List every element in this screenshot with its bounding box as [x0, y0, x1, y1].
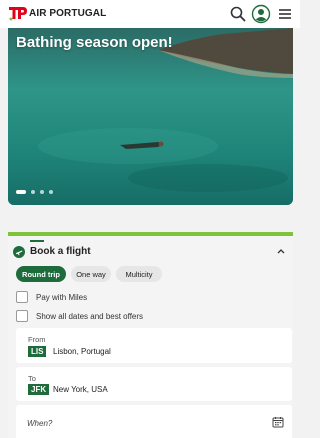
pay-with-miles-checkbox[interactable]	[16, 291, 28, 303]
tab-multicity[interactable]: Multicity	[116, 266, 162, 282]
from-city: Lisbon, Portugal	[53, 347, 111, 356]
account-icon[interactable]	[251, 4, 271, 24]
book-flight-card: Book a flight Round trip One way Multici…	[8, 232, 293, 438]
to-city: New York, USA	[53, 385, 108, 394]
pay-with-miles-row[interactable]: Pay with Miles	[16, 290, 87, 304]
plane-icon	[13, 246, 25, 258]
carousel-dots	[16, 190, 58, 194]
book-flight-title: Book a flight	[30, 246, 91, 257]
from-field[interactable]: From LIS Lisbon, Portugal	[16, 328, 292, 363]
when-placeholder: When?	[27, 419, 53, 428]
when-field[interactable]: When?	[16, 405, 292, 438]
hero-title: Bathing season open!	[16, 34, 173, 51]
tab-one-way[interactable]: One way	[71, 266, 111, 282]
to-airport-code: JFK	[28, 384, 50, 395]
book-flight-header[interactable]: Book a flight	[8, 236, 293, 266]
brand-logo[interactable]: AIR PORTUGAL	[8, 5, 106, 21]
tp-logo-icon	[9, 7, 27, 21]
brand-name: AIR PORTUGAL	[29, 7, 107, 19]
chevron-up-icon[interactable]	[276, 247, 286, 255]
show-all-dates-row[interactable]: Show all dates and best offers	[16, 309, 143, 323]
search-icon[interactable]	[228, 4, 248, 24]
carousel-dot-3[interactable]	[40, 190, 44, 194]
tab-round-trip[interactable]: Round trip	[16, 266, 66, 282]
carousel-dot-4[interactable]	[49, 190, 53, 194]
show-all-dates-label: Show all dates and best offers	[36, 311, 144, 321]
from-airport-code: LIS	[28, 346, 47, 357]
hero-banner[interactable]: Bathing season open!	[8, 28, 293, 205]
calendar-icon[interactable]	[272, 416, 284, 428]
to-field[interactable]: To JFK New York, USA	[16, 367, 292, 401]
trip-type-tabs: Round trip One way Multicity	[16, 266, 167, 282]
from-label: From	[28, 335, 46, 344]
to-label: To	[28, 374, 36, 383]
title-accent	[30, 240, 44, 242]
carousel-dot-2[interactable]	[31, 190, 35, 194]
show-all-dates-checkbox[interactable]	[16, 310, 28, 322]
top-header: AIR PORTUGAL	[0, 0, 300, 28]
pay-with-miles-label: Pay with Miles	[36, 292, 88, 302]
hero-image	[8, 28, 293, 205]
hamburger-menu-icon[interactable]	[275, 4, 295, 24]
carousel-dot-1[interactable]	[16, 190, 26, 194]
